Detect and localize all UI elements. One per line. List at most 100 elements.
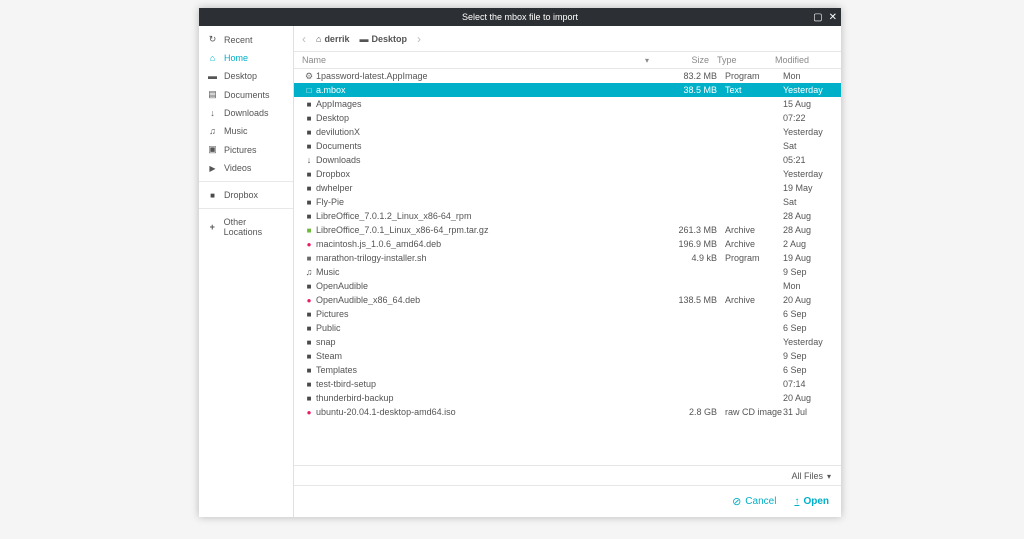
sidebar-label: Other Locations (224, 217, 285, 237)
file-type: raw CD image (725, 407, 783, 417)
cancel-button[interactable]: Cancel (732, 495, 776, 508)
file-row[interactable]: LibreOffice_7.0.1.2_Linux_x86-64_rpm 28 A… (294, 209, 841, 223)
sidebar-item-desktop[interactable]: Desktop (199, 67, 293, 85)
file-modified: Yesterday (783, 85, 841, 95)
places-sidebar: Recent Home Desktop Documents Downloads Music… (199, 26, 294, 517)
filter-bar: All Files (294, 465, 841, 485)
sidebar-item-documents[interactable]: Documents (199, 85, 293, 104)
sidebar-item-downloads[interactable]: Downloads (199, 104, 293, 122)
file-size: 4.9 kB (667, 253, 725, 263)
open-button[interactable]: Open (794, 496, 829, 507)
sidebar-item-dropbox[interactable]: Dropbox (199, 186, 293, 204)
file-name: OpenAudible (316, 281, 667, 291)
file-row[interactable]: Downloads05:21 (294, 153, 841, 167)
file-type: Archive (725, 295, 783, 305)
file-row[interactable]: test-tbird-setup07:14 (294, 377, 841, 391)
file-row[interactable]: Pictures6 Sep (294, 307, 841, 321)
path-forward-icon[interactable] (417, 32, 421, 46)
file-name: AppImages (316, 99, 667, 109)
column-header-modified[interactable]: Modified (775, 55, 833, 65)
column-headers: Name Size Type Modified (294, 52, 841, 69)
home-icon (207, 53, 218, 63)
sidebar-item-music[interactable]: Music (199, 122, 293, 140)
breadcrumb-desktop[interactable]: Desktop (355, 32, 411, 46)
file-row[interactable]: Public6 Sep (294, 321, 841, 335)
file-name: LibreOffice_7.0.1.2_Linux_x86-64_rpm (316, 211, 667, 221)
file-row[interactable]: snapYesterday (294, 335, 841, 349)
file-icon (302, 267, 316, 277)
sidebar-item-home[interactable]: Home (199, 49, 293, 67)
file-row[interactable]: ubuntu-20.04.1-desktop-amd64.iso2.8 GBra… (294, 405, 841, 419)
file-row[interactable]: dwhelper19 May (294, 181, 841, 195)
file-modified: Mon (783, 71, 841, 81)
file-modified: 28 Aug (783, 211, 841, 221)
file-name: marathon-trilogy-installer.sh (316, 253, 667, 263)
file-size: 196.9 MB (667, 239, 725, 249)
file-row[interactable]: Templates6 Sep (294, 363, 841, 377)
file-modified: Sat (783, 141, 841, 151)
file-row[interactable]: thunderbird-backup20 Aug (294, 391, 841, 405)
file-row[interactable]: Documents Sat (294, 139, 841, 153)
column-header-type[interactable]: Type (717, 55, 775, 65)
close-icon[interactable]: ✕ (829, 12, 837, 23)
file-row[interactable]: devilutionXYesterday (294, 125, 841, 139)
path-back-icon[interactable] (302, 32, 306, 46)
crumb-icon (359, 34, 368, 44)
file-name: Music (316, 267, 667, 277)
file-type: Archive (725, 239, 783, 249)
sidebar-label: Recent (224, 35, 253, 45)
sidebar-item-recent[interactable]: Recent (199, 30, 293, 49)
sidebar-item-pictures[interactable]: Pictures (199, 140, 293, 159)
desktop-icon (207, 71, 218, 81)
file-modified: 20 Aug (783, 393, 841, 403)
column-header-name[interactable]: Name (302, 55, 659, 65)
file-row[interactable]: a.mbox38.5 MBTextYesterday (294, 83, 841, 97)
filter-dropdown[interactable]: All Files (791, 471, 831, 481)
file-modified: 07:22 (783, 113, 841, 123)
file-icon (302, 324, 316, 333)
file-row[interactable]: Music9 Sep (294, 265, 841, 279)
file-row[interactable]: LibreOffice_7.0.1_Linux_x86-64_rpm.tar.g… (294, 223, 841, 237)
file-icon (302, 282, 316, 291)
file-row[interactable]: DropboxYesterday (294, 167, 841, 181)
column-header-size[interactable]: Size (659, 55, 717, 65)
file-modified: 07:14 (783, 379, 841, 389)
file-name: ubuntu-20.04.1-desktop-amd64.iso (316, 407, 667, 417)
file-size: 261.3 MB (667, 225, 725, 235)
file-icon (302, 114, 316, 123)
file-row[interactable]: AppImages15 Aug (294, 97, 841, 111)
file-size: 38.5 MB (667, 85, 725, 95)
maximize-icon[interactable]: ▢ (813, 12, 822, 23)
sidebar-label: Desktop (224, 71, 257, 81)
file-modified: 19 Aug (783, 253, 841, 263)
sidebar-label: Downloads (224, 108, 269, 118)
file-chooser-window: Select the mbox file to import ▢ ✕ Recen… (199, 8, 841, 517)
file-row[interactable]: 1password-latest.AppImage83.2 MBProgramM… (294, 69, 841, 83)
file-name: Fly-Pie (316, 197, 667, 207)
file-row[interactable]: OpenAudibleMon (294, 279, 841, 293)
sidebar-label: Videos (224, 163, 251, 173)
downloads-icon (207, 108, 218, 118)
file-size: 2.8 GB (667, 407, 725, 417)
file-modified: 2 Aug (783, 239, 841, 249)
breadcrumb-derrik[interactable]: derrik (312, 32, 353, 46)
file-modified: 28 Aug (783, 225, 841, 235)
file-list[interactable]: 1password-latest.AppImage83.2 MBProgramM… (294, 69, 841, 465)
file-modified: 05:21 (783, 155, 841, 165)
file-icon (302, 254, 316, 263)
file-row[interactable]: marathon-trilogy-installer.sh4.9 kBProgr… (294, 251, 841, 265)
file-row[interactable]: Fly-PieSat (294, 195, 841, 209)
file-name: Public (316, 323, 667, 333)
file-name: LibreOffice_7.0.1_Linux_x86-64_rpm.tar.g… (316, 225, 667, 235)
sidebar-label: Music (224, 126, 248, 136)
file-name: OpenAudible_x86_64.deb (316, 295, 667, 305)
file-row[interactable]: Desktop07:22 (294, 111, 841, 125)
cancel-icon (732, 495, 741, 508)
sidebar-label: Documents (224, 90, 270, 100)
file-name: Documents (316, 141, 667, 151)
file-row[interactable]: OpenAudible_x86_64.deb138.5 MBArchive20 … (294, 293, 841, 307)
sidebar-item-other-locations[interactable]: Other Locations (199, 213, 293, 241)
sidebar-item-videos[interactable]: Videos (199, 159, 293, 177)
file-row[interactable]: Steam9 Sep (294, 349, 841, 363)
file-row[interactable]: macintosh.js_1.0.6_amd64.deb196.9 MBArch… (294, 237, 841, 251)
